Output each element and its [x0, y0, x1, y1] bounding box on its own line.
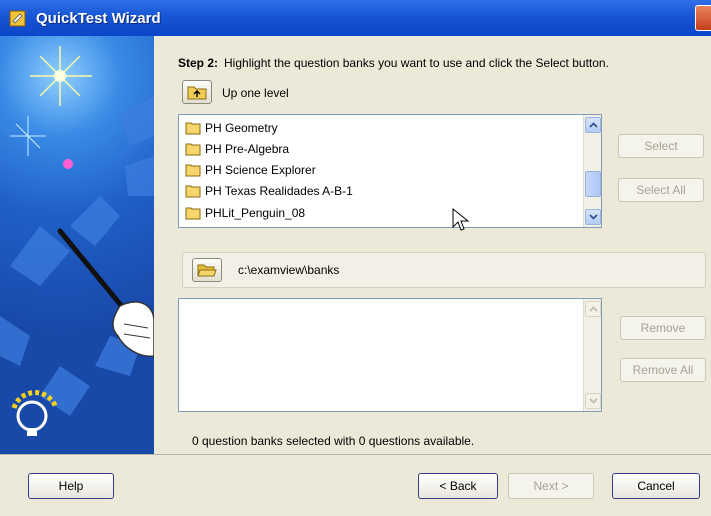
banks-list-scrollbar[interactable] — [583, 115, 601, 227]
select-button[interactable]: Select — [618, 134, 704, 158]
wizard-sidebar-art — [0, 36, 154, 454]
scroll-up-button[interactable] — [585, 117, 601, 133]
wizard-main: Step 2: Highlight the question banks you … — [154, 36, 711, 454]
sidebar-art-illustration — [0, 46, 154, 436]
scroll-down-button[interactable] — [585, 209, 601, 225]
question-banks-list[interactable]: PH Geometry PH Pre-Algebra PH Science Ex… — [178, 114, 602, 228]
lightbulb-icon — [11, 390, 59, 436]
title-bar: QuickTest Wizard — [0, 0, 711, 36]
selected-banks-list[interactable] — [178, 298, 602, 412]
list-item[interactable]: PHLit_Penguin_08 — [185, 203, 305, 223]
chevron-down-icon — [588, 214, 598, 220]
mouse-cursor-icon — [452, 208, 470, 231]
remove-all-button[interactable]: Remove All — [620, 358, 706, 382]
step-instruction: Step 2: Highlight the question banks you … — [178, 56, 609, 70]
folder-icon — [185, 185, 201, 198]
folder-icon — [185, 207, 201, 220]
wizard-client: Step 2: Highlight the question banks you … — [0, 36, 711, 516]
current-path: c:\examview\banks — [238, 263, 340, 277]
list-item-label: PHLit_Penguin_08 — [205, 206, 306, 220]
chevron-down-icon — [588, 398, 598, 404]
help-button[interactable]: Help — [28, 473, 114, 499]
folder-icon — [185, 143, 201, 156]
step-label: Step 2: — [178, 56, 219, 70]
up-one-level-button[interactable] — [182, 80, 212, 104]
chevron-up-icon — [588, 306, 598, 312]
folder-up-icon — [187, 86, 207, 100]
chevron-up-icon — [588, 122, 598, 128]
next-button[interactable]: Next > — [508, 473, 594, 499]
list-item[interactable]: PH Texas Realidades A-B-1 — [185, 181, 353, 201]
back-button[interactable]: < Back — [418, 473, 498, 499]
folder-open-icon — [197, 264, 217, 277]
folder-icon — [185, 164, 201, 177]
step-text: Highlight the question banks you want to… — [224, 56, 609, 70]
list-item-label: PH Texas Realidades A-B-1 — [205, 184, 353, 198]
list-item-label: PH Science Explorer — [205, 163, 316, 177]
wizard-footer: Help < Back Next > Cancel — [0, 454, 711, 516]
selected-list-scrollbar — [583, 299, 601, 411]
list-item[interactable]: PH Pre-Algebra — [185, 139, 289, 159]
scroll-thumb[interactable] — [585, 171, 601, 197]
list-item[interactable]: PH Science Explorer — [185, 160, 316, 180]
close-icon[interactable] — [695, 5, 711, 31]
list-item[interactable]: PH Geometry — [185, 118, 278, 138]
wizard-icon — [9, 10, 26, 27]
up-one-level-label: Up one level — [222, 86, 289, 100]
folder-path-button[interactable] — [192, 258, 222, 282]
cancel-button[interactable]: Cancel — [612, 473, 700, 499]
scroll-up-button — [585, 301, 601, 317]
list-item-label: PH Geometry — [205, 121, 278, 135]
list-item-label: PH Pre-Algebra — [205, 142, 290, 156]
remove-button[interactable]: Remove — [620, 316, 706, 340]
scroll-down-button — [585, 393, 601, 409]
folder-icon — [185, 122, 201, 135]
select-all-button[interactable]: Select All — [618, 178, 704, 202]
selection-status: 0 question banks selected with 0 questio… — [192, 434, 475, 448]
window-title: QuickTest Wizard — [36, 9, 161, 27]
